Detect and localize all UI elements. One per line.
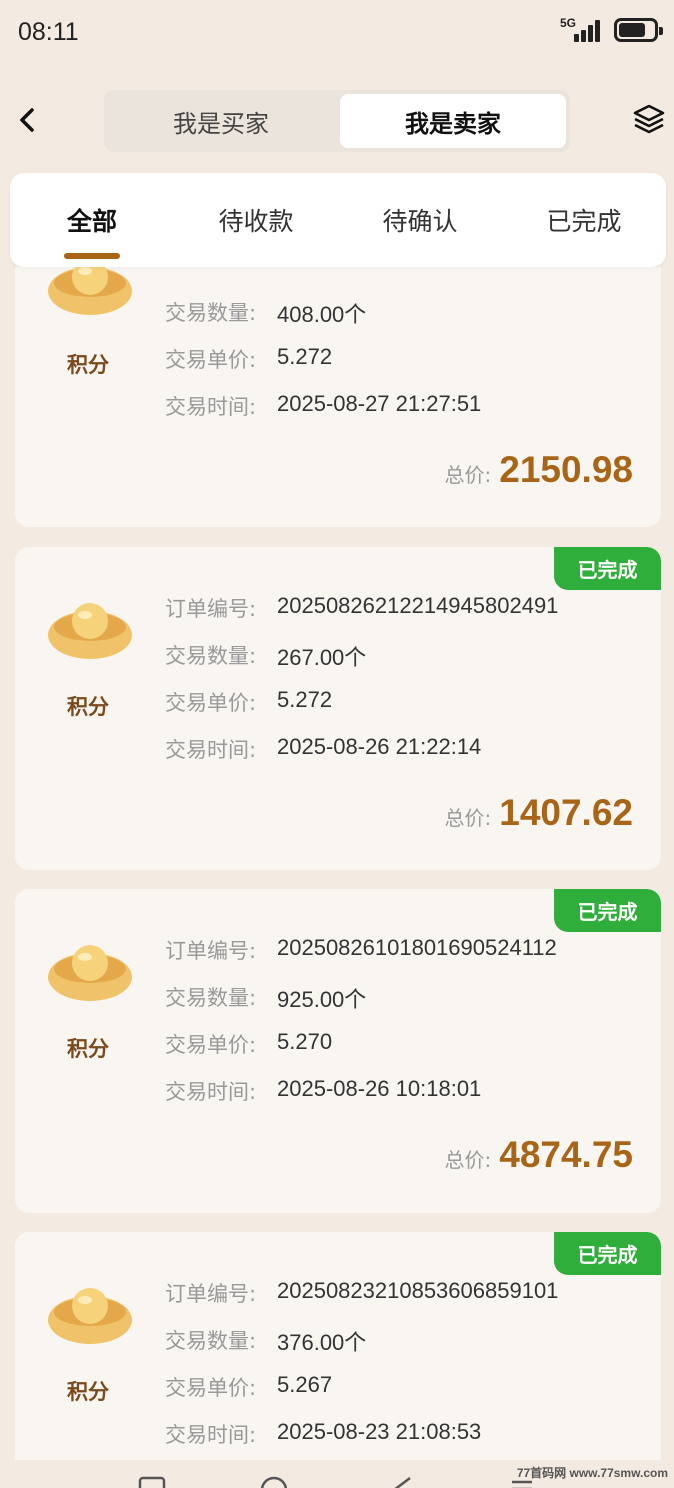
battery-icon <box>614 18 663 42</box>
gold-ingot-icon <box>48 267 132 315</box>
time-label: 交易时间: <box>165 1080 257 1104</box>
unit-price-value: 5.272 <box>277 687 333 712</box>
status-badge: 已完成 <box>554 547 661 590</box>
time-row: 交易时间: 2025-08-23 21:08:53 <box>165 1419 481 1449</box>
order-no-value: 20250826101801690524112 <box>277 935 557 960</box>
total-row: 总价: 2150.98 <box>445 449 634 491</box>
tab-awaiting-payment[interactable]: 待收款 <box>174 173 338 267</box>
back-arrow-icon[interactable] <box>14 104 42 136</box>
tab-all[interactable]: 全部 <box>10 173 174 267</box>
unit-price-label: 交易单价: <box>165 1376 257 1400</box>
total-row: 总价: 1407.62 <box>445 792 634 834</box>
quantity-value: 925.00个 <box>277 987 367 1012</box>
total-label: 总价: <box>444 806 492 830</box>
time-row: 交易时间: 2025-08-26 21:22:14 <box>165 734 481 764</box>
quantity-label: 交易数量: <box>165 986 257 1010</box>
quantity-label: 交易数量: <box>165 644 257 668</box>
tab-awaiting-confirmation[interactable]: 待确认 <box>338 173 502 267</box>
order-no-label: 订单编号: <box>165 1282 257 1306</box>
order-no-label: 订单编号: <box>165 597 257 621</box>
unit-price-value: 5.272 <box>277 344 333 369</box>
coin-name: 积分 <box>67 695 109 719</box>
tab-active-indicator <box>64 253 120 259</box>
time-value: 2025-08-26 21:22:14 <box>277 734 482 759</box>
network-type: 5G <box>560 16 577 30</box>
time-value: 2025-08-27 21:27:51 <box>277 391 482 416</box>
unit-price-row: 交易单价: 5.267 <box>165 1372 332 1402</box>
status-bar: 08:11 5G <box>0 0 674 66</box>
time-label: 交易时间: <box>165 1423 257 1447</box>
order-no-row: 订单编号: 20250826101801690524112 <box>165 935 557 965</box>
tab-buyer[interactable]: 我是买家 <box>108 94 334 148</box>
unit-price-row: 交易单价: 5.272 <box>165 687 332 717</box>
coin-name: 积分 <box>67 1037 109 1061</box>
gold-ingot-icon <box>48 1288 132 1344</box>
unit-price-row: 交易单价: 5.270 <box>165 1029 332 1059</box>
order-card[interactable]: 已完成 积分 订单编号: 20250826101801690524112 交易数… <box>15 889 661 1213</box>
quantity-row: 交易数量: 376.00个 <box>165 1325 366 1357</box>
watermark: 77首码网 www.77smw.com <box>516 1466 668 1480</box>
total-value: 2150.98 <box>499 449 633 490</box>
time-value: 2025-08-23 21:08:53 <box>277 1419 482 1444</box>
status-time: 08:11 <box>18 18 79 46</box>
gold-ingot-icon <box>48 603 132 659</box>
unit-price-label: 交易单价: <box>165 1033 257 1057</box>
quantity-value: 376.00个 <box>277 1330 367 1355</box>
unit-price-row: 交易单价: 5.272 <box>165 344 332 374</box>
layers-icon[interactable] <box>632 102 666 136</box>
status-badge: 已完成 <box>554 889 661 932</box>
tab-all-label: 全部 <box>66 207 117 236</box>
quantity-row: 交易数量: 408.00个 <box>165 297 366 329</box>
order-no-row: 订单编号: 20250823210853606859101 <box>165 1278 558 1308</box>
quantity-row: 交易数量: 925.00个 <box>165 982 366 1014</box>
total-label: 总价: <box>444 463 492 487</box>
order-card[interactable]: 已完成 积分 订单编号: 20250826212214945802491 交易数… <box>15 547 661 870</box>
order-no-value: 20250826212214945802491 <box>277 593 559 618</box>
time-label: 交易时间: <box>165 395 257 419</box>
unit-price-value: 5.267 <box>277 1372 333 1397</box>
tab-completed[interactable]: 已完成 <box>502 173 666 267</box>
order-no-row: 订单编号: 20250826212214945802491 <box>165 593 558 623</box>
time-value: 2025-08-26 10:18:01 <box>277 1076 482 1101</box>
order-no-value: 20250823210853606859101 <box>277 1278 559 1303</box>
order-list: 积分 交易数量: 408.00个 交易单价: 5.272 交易时间: 2025-… <box>0 267 674 1460</box>
order-status-tabs: 全部 待收款 待确认 已完成 <box>10 173 666 267</box>
quantity-row: 交易数量: 267.00个 <box>165 640 366 672</box>
gold-ingot-icon <box>48 945 132 1001</box>
nav-back-icon[interactable] <box>388 1476 416 1488</box>
status-badge: 已完成 <box>554 1232 661 1275</box>
time-label: 交易时间: <box>165 738 257 762</box>
quantity-label: 交易数量: <box>165 301 257 325</box>
unit-price-value: 5.270 <box>277 1029 333 1054</box>
order-card[interactable]: 已完成 积分 订单编号: 20250823210853606859101 交易数… <box>15 1232 661 1460</box>
coin-name: 积分 <box>67 353 109 377</box>
quantity-label: 交易数量: <box>165 1329 257 1353</box>
role-switch: 我是买家 我是卖家 <box>104 90 570 152</box>
unit-price-label: 交易单价: <box>165 348 257 372</box>
total-value: 4874.75 <box>499 1134 633 1175</box>
total-value: 1407.62 <box>499 792 633 833</box>
quantity-value: 267.00个 <box>277 645 367 670</box>
total-row: 总价: 4874.75 <box>445 1134 634 1176</box>
time-row: 交易时间: 2025-08-26 10:18:01 <box>165 1076 481 1106</box>
unit-price-label: 交易单价: <box>165 691 257 715</box>
total-label: 总价: <box>444 1148 492 1172</box>
tab-seller[interactable]: 我是卖家 <box>340 94 566 148</box>
top-nav: 我是买家 我是卖家 <box>0 86 674 154</box>
coin-name: 积分 <box>67 1380 109 1404</box>
recent-apps-icon[interactable] <box>138 1476 166 1488</box>
signal-icon: 5G <box>560 16 600 44</box>
quantity-value: 408.00个 <box>277 302 367 327</box>
order-card[interactable]: 积分 交易数量: 408.00个 交易单价: 5.272 交易时间: 2025-… <box>15 267 661 527</box>
time-row: 交易时间: 2025-08-27 21:27:51 <box>165 391 481 421</box>
order-no-label: 订单编号: <box>165 939 257 963</box>
home-icon[interactable] <box>260 1476 288 1488</box>
